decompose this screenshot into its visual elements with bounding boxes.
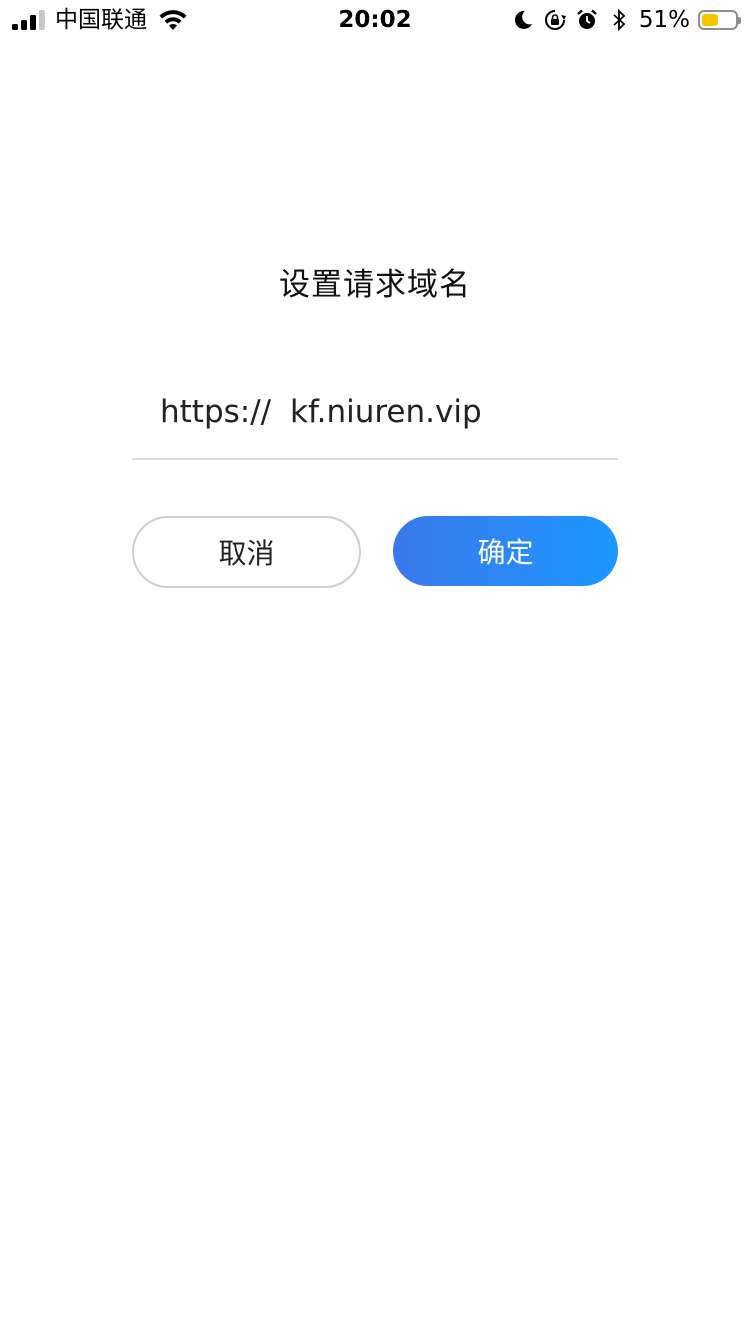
domain-input[interactable] [290, 390, 610, 434]
rotation-lock-icon [543, 8, 567, 32]
protocol-prefix: https:// [160, 394, 272, 430]
page-title: 设置请求域名 [279, 267, 471, 303]
confirm-button[interactable]: 确定 [393, 516, 618, 586]
alarm-icon [575, 8, 599, 32]
battery-icon [698, 10, 741, 30]
cancel-button[interactable]: 取消 [132, 516, 361, 588]
battery-percentage: 51% [638, 7, 690, 33]
status-bar: 中国联通 20:02 51% [0, 0, 750, 40]
domain-field-row: https:// [132, 380, 618, 460]
moon-icon [511, 8, 535, 32]
status-right-group: 51% [511, 5, 741, 35]
bluetooth-icon [607, 8, 631, 32]
